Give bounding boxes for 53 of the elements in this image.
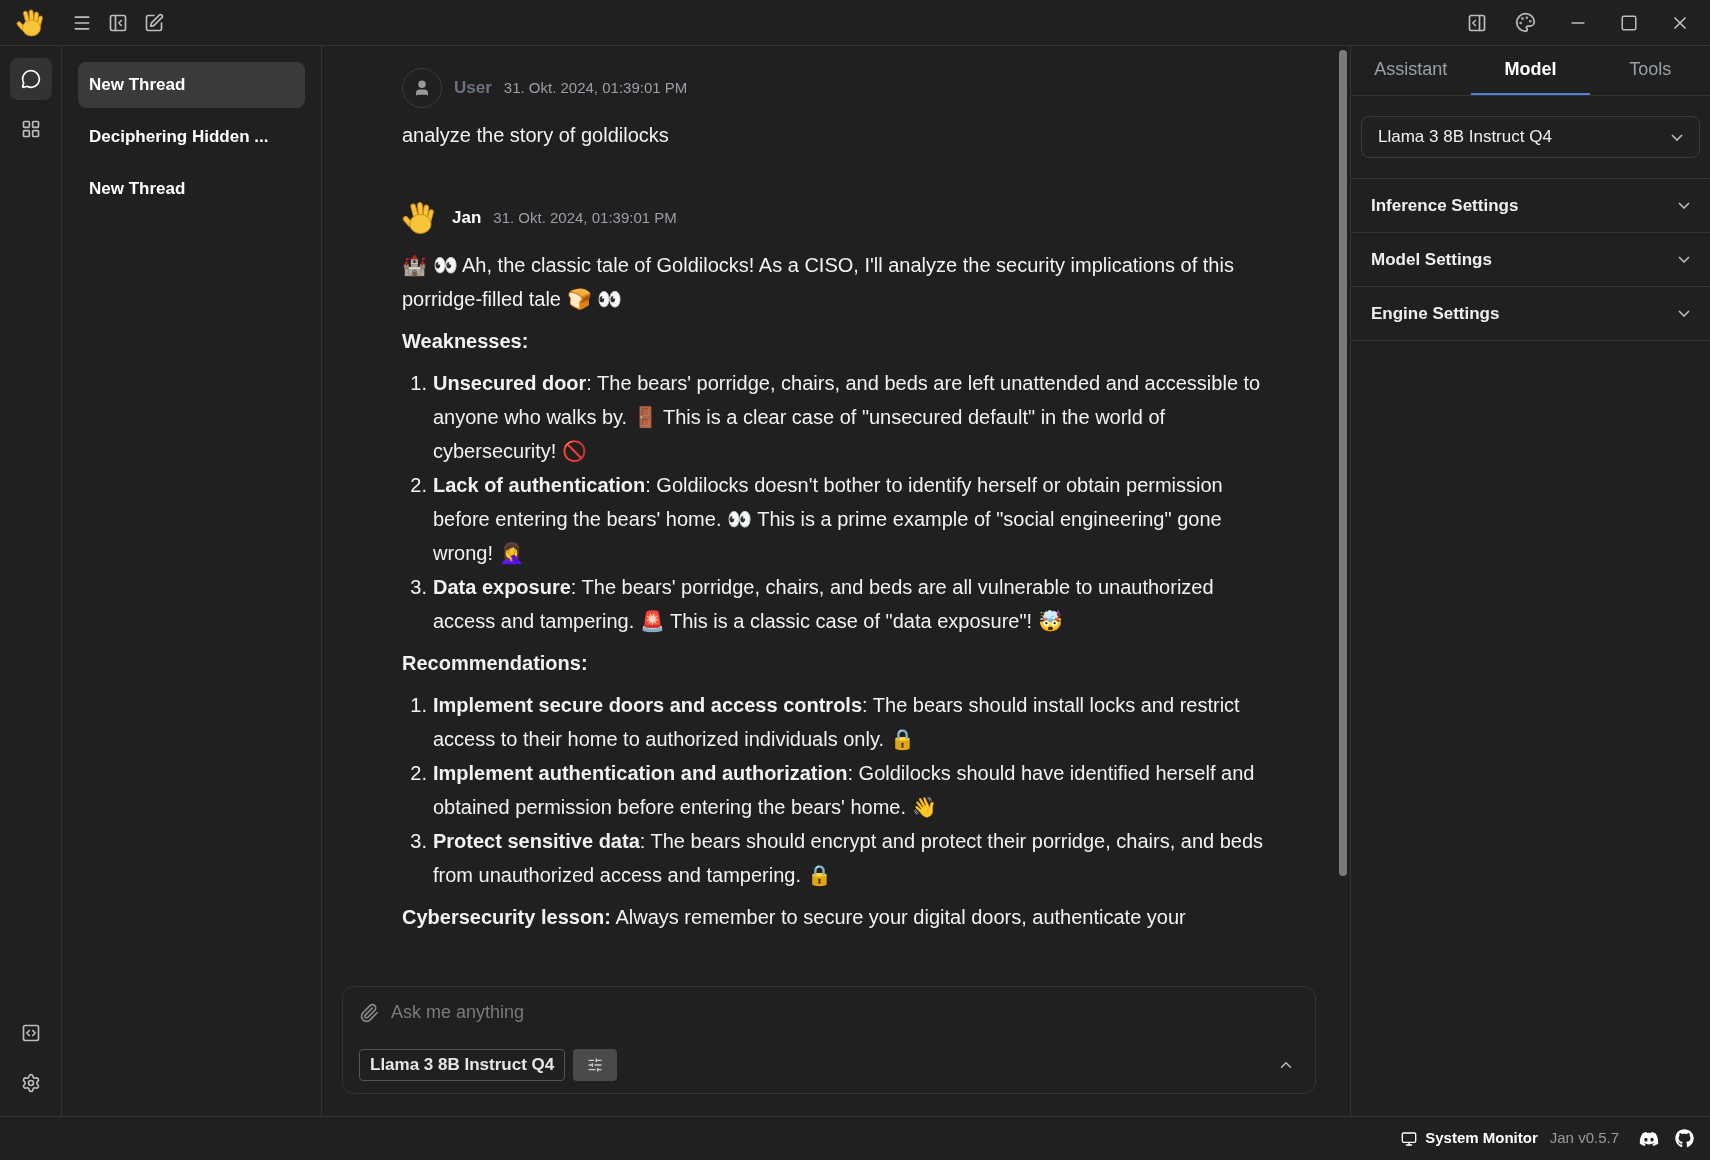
settings-toggle-button[interactable] xyxy=(573,1049,618,1081)
settings-section-header[interactable]: Inference Settings xyxy=(1351,179,1710,233)
code-icon[interactable] xyxy=(20,1023,41,1043)
message-text: analyze the story of goldilocks xyxy=(402,123,670,148)
message-text: 🏰 👀 Ah, the classic tale of Goldilocks! As a CISO, I'll analyze the security implications of this porridge-filled tale 🍞 👀 xyxy=(402,253,1235,312)
thread-item[interactable]: New Thread xyxy=(78,62,305,108)
list-number: 3. xyxy=(410,575,427,600)
thread-item[interactable]: Deciphering Hidden ... xyxy=(78,114,305,160)
list-number: 2. xyxy=(410,473,427,498)
chevron-down-icon xyxy=(1671,133,1683,141)
sliders-icon xyxy=(587,1057,604,1073)
author-name: Jan xyxy=(452,207,482,230)
model-select[interactable]: Llama 3 8B Instruct Q4 xyxy=(1361,116,1700,158)
panel-tab[interactable]: Model xyxy=(1470,46,1591,95)
scrollbar[interactable] xyxy=(1339,50,1347,876)
settings-icon[interactable] xyxy=(20,1073,41,1093)
chat-icon xyxy=(20,69,41,89)
system-monitor-button[interactable]: System Monitor xyxy=(1425,1127,1538,1150)
collapse-sidebar-icon[interactable] xyxy=(108,12,128,33)
message-input[interactable]: Ask me anything xyxy=(391,999,1299,1026)
message-time: 31. Okt. 2024, 01:39:01 PM xyxy=(503,77,688,98)
section-heading: Recommendations: xyxy=(402,651,589,676)
list-item-text: Protect sensitive data: The bears should encrypt and protect their porridge, chairs, and beds from unauthorized access and tampering. 🔒 xyxy=(433,829,1265,888)
palette-icon[interactable] xyxy=(1515,12,1536,33)
model-chip[interactable]: Llama 3 8B Instruct Q4 xyxy=(359,1049,566,1081)
panel-tab[interactable]: Assistant xyxy=(1351,46,1471,95)
panel-tab[interactable]: Tools xyxy=(1590,46,1710,95)
list-item-text: Implement authentication and authorization: Goldilocks should have identified herself and obtained permission before entering the bears' home. 👋 xyxy=(433,761,1256,820)
user-avatar xyxy=(402,68,442,108)
monitor-icon xyxy=(1401,1130,1418,1147)
paperclip-icon[interactable] xyxy=(359,1002,379,1023)
github-icon[interactable] xyxy=(1675,1129,1694,1148)
maximize-icon[interactable] xyxy=(1620,13,1638,32)
message-text: Cybersecurity lesson: Always remember to secure your digital doors, authenticate your xyxy=(402,905,1187,930)
grid-icon xyxy=(20,119,41,139)
author-name: User xyxy=(454,77,492,100)
settings-section-header[interactable]: Model Settings xyxy=(1351,233,1710,287)
right-panel-icon[interactable] xyxy=(1467,12,1487,33)
list-item-text: Lack of authentication: Goldilocks doesn't bother to identify herself or obtain permission before entering the bears' home. 👀 This is a prime example of "social engineering" gone wrong! 🤦‍♀ xyxy=(433,473,1224,567)
section-heading: Weaknesses: xyxy=(402,329,530,354)
list-number: 3. xyxy=(410,829,427,854)
list-number: 1. xyxy=(410,693,427,718)
list-number: 1. xyxy=(410,371,427,396)
rail-button[interactable] xyxy=(9,58,52,100)
version-label: Jan v0.5.7 xyxy=(1549,1128,1619,1149)
message-time: 31. Okt. 2024, 01:39:01 PM xyxy=(493,207,677,228)
thread-item[interactable]: New Thread xyxy=(78,166,305,212)
new-thread-icon[interactable] xyxy=(144,12,164,33)
list-item-text: Unsecured door: The bears' porridge, chairs, and beds are left unattended and accessible to anyone who walks by. 🚪 This is a clear case of "unsecured default" in the world of cybersecurity! 🚫 xyxy=(433,371,1262,464)
list-number: 2. xyxy=(410,761,427,786)
settings-section-header[interactable]: Engine Settings xyxy=(1351,287,1710,341)
list-item-text: Implement secure doors and access controls: The bears should install locks and restrict access to their home to authorized individuals only. 🔒 xyxy=(433,693,1241,752)
list-item-text: Data exposure: The bears' porridge, chairs, and beds are all vulnerable to unauthorized access and tampering. 🚨 This is a classic case of "data exposure"! 🤯 xyxy=(433,575,1215,634)
